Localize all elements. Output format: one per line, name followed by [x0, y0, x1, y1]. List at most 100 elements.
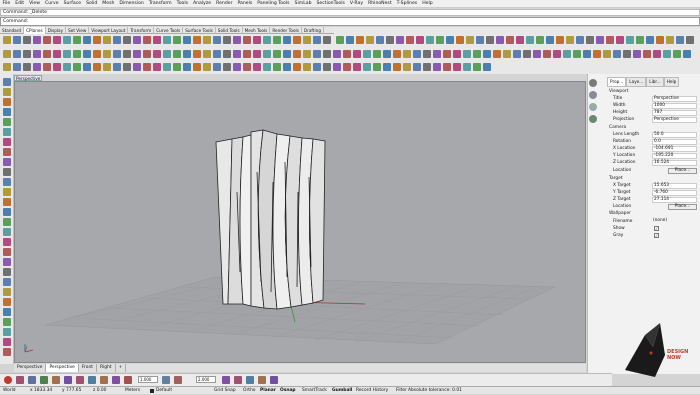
toolbar-tool-icon[interactable]	[493, 50, 501, 58]
menu-item[interactable]: Transform	[146, 0, 174, 8]
wallpaper-gray-checkbox[interactable]: ✓	[654, 233, 659, 238]
toolbar-tool-icon[interactable]	[363, 63, 371, 71]
toolbar-tool-icon[interactable]	[476, 36, 484, 44]
toolbar-tool-icon[interactable]	[283, 36, 291, 44]
toolbar-tool-icon[interactable]	[566, 36, 574, 44]
toolbar-tool-icon[interactable]	[446, 36, 454, 44]
left-tool-icon[interactable]	[3, 338, 11, 346]
toolbar-tool-icon[interactable]	[483, 63, 491, 71]
tool-icon[interactable]	[234, 376, 242, 384]
tool-icon[interactable]	[16, 376, 24, 384]
toolbar-tool-icon[interactable]	[466, 36, 474, 44]
toolbar-tool-icon[interactable]	[23, 63, 31, 71]
toolbar-tool-icon[interactable]	[253, 63, 261, 71]
menu-item[interactable]: Curve	[43, 0, 62, 8]
panel-tab[interactable]: Prop...	[607, 77, 627, 87]
property-value[interactable]: 15.653	[652, 183, 697, 189]
left-tool-icon[interactable]	[3, 258, 11, 266]
panel-tab[interactable]: Help	[663, 77, 680, 87]
toolbar-tool-icon[interactable]	[303, 36, 311, 44]
toolbar-tool-icon[interactable]	[113, 36, 121, 44]
toolbar-tool-icon[interactable]	[443, 50, 451, 58]
toolbar-tool-icon[interactable]	[626, 36, 634, 44]
toolbar-tool-icon[interactable]	[133, 36, 141, 44]
menu-item[interactable]: View	[27, 0, 43, 8]
property-value[interactable]: 50.0	[652, 132, 697, 138]
toolbar-tool-icon[interactable]	[73, 63, 81, 71]
toolbar-tool-icon[interactable]	[436, 36, 444, 44]
tool-icon[interactable]	[40, 376, 48, 384]
toolbar-tool-icon[interactable]	[453, 50, 461, 58]
toolbar-tool-icon[interactable]	[243, 36, 251, 44]
toolbar-tool-icon[interactable]	[606, 36, 614, 44]
toolbar-tool-icon[interactable]	[163, 36, 171, 44]
toolbar-tool-icon[interactable]	[283, 63, 291, 71]
toolbar-tool-icon[interactable]	[366, 36, 374, 44]
menu-item[interactable]: Edit	[13, 0, 27, 8]
toolbar-tool-icon[interactable]	[463, 50, 471, 58]
viewport-tab[interactable]: Perspective	[46, 364, 79, 372]
toolbar-tool-icon[interactable]	[153, 50, 161, 58]
toolbar-tool-icon[interactable]	[586, 36, 594, 44]
toolbar-tool-icon[interactable]	[213, 50, 221, 58]
toolbar-tool-icon[interactable]	[63, 63, 71, 71]
left-tool-icon[interactable]	[3, 298, 11, 306]
toolbar-tool-icon[interactable]	[433, 50, 441, 58]
property-value[interactable]: Perspective	[652, 96, 697, 102]
menu-item[interactable]: RhinoNest	[366, 0, 395, 8]
panel-tab[interactable]: Libr...	[646, 77, 664, 87]
toolbar-tool-icon[interactable]	[193, 63, 201, 71]
left-tool-icon[interactable]	[3, 118, 11, 126]
toolbar-tool-icon[interactable]	[636, 36, 644, 44]
left-tool-icon[interactable]	[3, 138, 11, 146]
toolbar-tool-icon[interactable]	[293, 63, 301, 71]
menu-item[interactable]: Dimension	[117, 0, 146, 8]
toolbar-tool-icon[interactable]	[336, 36, 344, 44]
toolbar-tool-icon[interactable]	[123, 36, 131, 44]
toolbar-tool-icon[interactable]	[43, 50, 51, 58]
left-tool-icon[interactable]	[3, 158, 11, 166]
toolbar-tool-icon[interactable]	[313, 36, 321, 44]
toolbar-tool-icon[interactable]	[3, 63, 11, 71]
wallpaper-show-checkbox[interactable]: ✓	[654, 226, 659, 231]
toolbar-tab[interactable]: Render Tools	[270, 27, 302, 34]
tool-icon[interactable]	[52, 376, 60, 384]
tool-icon[interactable]	[76, 376, 84, 384]
toolbar-tool-icon[interactable]	[143, 36, 151, 44]
toolbar-tool-icon[interactable]	[396, 36, 404, 44]
toolbar-tool-icon[interactable]	[273, 50, 281, 58]
toolbar-tool-icon[interactable]	[613, 50, 621, 58]
toolbar-tool-icon[interactable]	[323, 50, 331, 58]
toolbar-tab[interactable]: CPlanes	[24, 27, 46, 34]
toolbar-tool-icon[interactable]	[506, 36, 514, 44]
tool-icon[interactable]	[246, 376, 254, 384]
viewport-tab[interactable]: Perspective	[14, 364, 47, 372]
toolbar-tool-icon[interactable]	[263, 50, 271, 58]
toolbar-tool-icon[interactable]	[93, 36, 101, 44]
camera-place-button[interactable]: Place...	[668, 168, 697, 174]
toolbar-tool-icon[interactable]	[323, 63, 331, 71]
toolbar-tool-icon[interactable]	[243, 63, 251, 71]
toolbar-tool-icon[interactable]	[263, 63, 271, 71]
toolbar-tool-icon[interactable]	[553, 50, 561, 58]
toolbar-tool-icon[interactable]	[83, 50, 91, 58]
toolbar-tool-icon[interactable]	[426, 36, 434, 44]
toolbar-tool-icon[interactable]	[603, 50, 611, 58]
property-value[interactable]: 1000	[652, 103, 697, 109]
toolbar-tab[interactable]: Transform	[128, 27, 155, 34]
left-tool-icon[interactable]	[3, 198, 11, 206]
property-value[interactable]: 16.524	[652, 160, 697, 166]
toolbar-tool-icon[interactable]	[73, 50, 81, 58]
toolbar-tool-icon[interactable]	[556, 36, 564, 44]
toolbar-tool-icon[interactable]	[663, 50, 671, 58]
toolbar-tool-icon[interactable]	[213, 63, 221, 71]
property-value[interactable]: -6.760	[652, 190, 697, 196]
menu-item[interactable]: Mesh	[100, 0, 117, 8]
toolbar-tool-icon[interactable]	[33, 36, 41, 44]
toolbar-tool-icon[interactable]	[523, 50, 531, 58]
toolbar-tool-icon[interactable]	[543, 50, 551, 58]
toolbar-tool-icon[interactable]	[593, 50, 601, 58]
toolbar-tool-icon[interactable]	[83, 63, 91, 71]
toolbar-tool-icon[interactable]	[33, 50, 41, 58]
add-viewport-tab-button[interactable]: +	[116, 364, 127, 372]
